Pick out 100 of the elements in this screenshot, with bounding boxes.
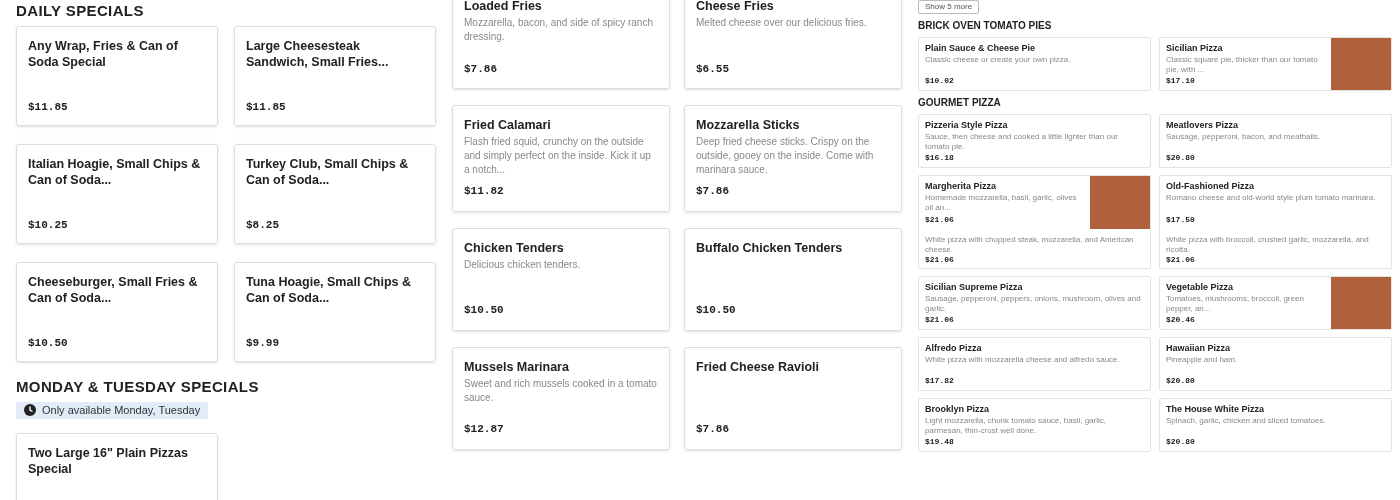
item-description: Spinach, garlic, chicken and sliced tomatoes. [1166,416,1327,426]
menu-item-card[interactable]: Pizzeria Style Pizza Sauce, then cheese and cooked a little lighter than our tomato pie. $16.18 [918,114,1151,168]
menu-item-card[interactable]: Chicken Tenders Delicious chicken tenders. $10.50 [452,227,670,331]
menu-item-card[interactable]: Hawaiian Pizza Pineapple and ham. $20.80 [1159,337,1392,391]
section-heading: DAILY SPECIALS [16,2,145,20]
item-description: Light mozzarella, chunk tomato sauce, basil, garlic, parmesan, thin-crust well done. [925,416,1107,436]
item-name: Plain Sauce & Cheese Pie [925,43,1037,54]
menu-item-card[interactable]: Meatlovers Pizza Sausage, pepperoni, bacon, and meatballs. $20.80 [1159,114,1392,168]
item-description: Melted cheese over our delicious fries. [696,16,868,30]
menu-item-card[interactable]: Any Wrap, Fries & Can of Soda Special $11.85 [16,26,218,126]
item-price: $20.46 [1166,315,1196,325]
menu-item-card[interactable]: Tuna Hoagie, Small Chips & Can of Soda... $9.99 [234,262,436,362]
menu-item-card[interactable]: Cheese Fries Melted cheese over our delicious fries. $6.55 [684,0,902,89]
item-name: Vegetable Pizza [1166,282,1235,293]
menu-item-card[interactable]: The House White Pizza Spinach, garlic, chicken and sliced tomatoes. $20.80 [1159,398,1392,452]
item-name: Cheeseburger, Small Fries & Can of Soda... [28,274,199,306]
item-price: $17.10 [1166,76,1196,86]
item-price: $20.80 [1166,437,1196,447]
item-name: Two Large 16" Plain Pizzas Special [28,444,189,477]
menu-item-card[interactable]: Fried Calamari Flash fried squid, crunchy on the outside and simply perfect on the inside. Kick it up a notch... $11.82 [452,105,670,212]
item-description: Sweet and rich mussels cooked in a tomato sauce. [464,376,658,405]
item-price: $21.06 [925,255,955,265]
item-price: $11.85 [246,99,287,115]
item-price: $16.18 [925,153,955,163]
item-description: Flash fried squid, crunchy on the outside and simply perfect on the inside. Kick it up a notch... [464,135,652,177]
item-name: Sicilian Supreme Pizza [925,282,1024,293]
menu-item-card[interactable]: Italian Hoagie, Small Chips & Can of Soda... $10.25 [16,144,218,244]
item-price: $7.86 [464,61,498,77]
menu-item-card[interactable]: Mozzarella Sticks Deep fried cheese sticks. Crispy on the outside, gooey on the inside. Come with marinara sauce. $7.86 [684,105,902,212]
item-price: $12.87 [464,422,505,437]
menu-item-card[interactable]: Cheeseburger, Small Fries & Can of Soda... $10.50 [16,262,218,362]
item-name: Hawaiian Pizza [1166,343,1232,354]
item-description: Mozzarella, bacon, and side of spicy ranch dressing. [464,16,654,44]
item-price: $9.99 [246,335,280,351]
menu-item-card[interactable]: Sicilian Pizza Classic square pie, thicker than our tomato pie, with ... $17.10 [1159,37,1392,91]
menu-item-card[interactable]: Sicilian Supreme Pizza Sausage, pepperoni, peppers, onions, mushroom, olives and garlic. $21.06 [918,276,1151,330]
menu-item-card[interactable]: Turkey Club, Small Chips & Can of Soda... $8.25 [234,144,436,244]
item-name: Alfredo Pizza [925,343,983,354]
show-more-button[interactable]: Show 5 more [918,0,980,14]
item-name: Mussels Marinara [464,358,570,375]
item-name: Turkey Club, Small Chips & Can of Soda... [246,156,410,188]
item-name: The House White Pizza [1166,404,1265,415]
item-price: $21.06 [925,215,955,225]
menu-item-card[interactable]: Mussels Marinara Sweet and rich mussels cooked in a tomato sauce. $12.87 [452,346,670,450]
item-price: $6.55 [696,61,730,77]
notice-text: Only available Monday, Tuesday [42,403,201,418]
section-heading: MONDAY & TUESDAY SPECIALS [16,378,260,396]
menu-item-card[interactable]: Buffalo Chicken Tenders $10.50 [684,227,902,331]
item-description: Classic cheese or create your own pizza. [925,55,1072,65]
menu-item-card[interactable]: Loaded Fries Mozzarella, bacon, and side of spicy ranch dressing. $7.86 [452,0,670,89]
item-price: $8.25 [246,217,280,233]
item-price: $19.48 [925,437,955,447]
item-name: Loaded Fries [464,0,543,14]
menu-item-card[interactable]: Large Cheesesteak Sandwich, Small Fries... $11.85 [234,26,436,126]
item-name: Mozzarella Sticks [696,117,801,133]
item-description: Classic square pie, thicker than our tomato pie, with ... [1166,55,1319,75]
item-name: Old-Fashioned Pizza [1166,181,1255,192]
item-description: Pineapple and ham. [1166,355,1239,365]
item-name: Chicken Tenders [464,239,565,256]
item-name: Pizzeria Style Pizza [925,120,1009,131]
item-price: $10.50 [464,303,505,318]
item-name: Buffalo Chicken Tenders [696,239,844,256]
item-description: Delicious chicken tenders. [464,257,582,272]
item-price: $21.06 [1166,255,1196,265]
item-name: Sicilian Pizza [1166,43,1224,54]
menu-item-card[interactable]: White pizza with chopped steak, mozzarella, and American cheese. $21.06 [918,229,1151,269]
item-price: $10.02 [925,76,955,86]
clock-icon [24,404,36,417]
item-description: Tomatoes, mushrooms, broccoli, green pepper, an... [1166,294,1305,314]
item-price: $7.86 [696,422,730,437]
item-name: Tuna Hoagie, Small Chips & Can of Soda... [246,274,413,306]
menu-item-card[interactable]: Brooklyn Pizza Light mozzarella, chunk tomato sauce, basil, garlic, parmesan, thin-crust well done. $19.48 [918,398,1151,452]
item-price: $11.85 [28,99,69,115]
item-name: Italian Hoagie, Small Chips & Can of Soda... [28,156,202,188]
item-price: $10.25 [28,217,69,233]
item-description: Deep fried cheese sticks. Crispy on the outside, gooey on the inside. Come with marinara sauce. [696,135,875,177]
menu-item-card[interactable]: Fried Cheese Ravioli $7.86 [684,346,902,450]
item-name: Brooklyn Pizza [925,404,990,415]
item-price: $10.50 [696,303,737,318]
item-description: Sausage, pepperoni, bacon, and meatballs. [1166,132,1322,142]
menu-item-card[interactable]: Two Large 16" Plain Pizzas Special [16,432,218,500]
menu-item-card[interactable]: Margherita Pizza Homemade mozzarella, basil, garlic, olives oil an... $21.06 [918,175,1151,229]
section-heading: GOURMET PIZZA [918,97,1002,109]
menu-item-card[interactable]: Plain Sauce & Cheese Pie Classic cheese or create your own pizza. $10.02 [918,37,1151,91]
section-heading: BRICK OVEN TOMATO PIES [918,20,1053,32]
item-price: $20.80 [1166,153,1196,163]
item-description: Romano cheese and old-world style plum tomato marinara. [1166,193,1377,203]
item-price: $17.50 [1166,215,1196,225]
item-description: White pizza with chopped steak, mozzarella, and American cheese. [925,235,1135,255]
menu-item-card[interactable]: Vegetable Pizza Tomatoes, mushrooms, broccoli, green pepper, an... $20.46 [1159,276,1392,330]
menu-item-card[interactable]: White pizza with broccoli, crushed garlic, mozzarella, and ricotta. $21.06 [1159,229,1392,269]
item-description: White pizza with broccoli, crushed garlic, mozzarella, and ricotta. [1166,235,1370,255]
item-description: Sausage, pepperoni, peppers, onions, mushroom, olives and garlic. [925,294,1142,314]
item-price: $11.82 [464,184,505,199]
menu-item-card[interactable]: Alfredo Pizza White pizza with mozzarella cheese and alfredo sauce. $17.82 [918,337,1151,391]
item-name: Fried Cheese Ravioli [696,358,820,375]
item-price: $17.82 [925,376,955,386]
item-price: $21.06 [925,315,955,325]
menu-item-card[interactable]: Old-Fashioned Pizza Romano cheese and old-world style plum tomato marinara. $17.50 [1159,175,1392,229]
item-name: Fried Calamari [464,117,552,133]
